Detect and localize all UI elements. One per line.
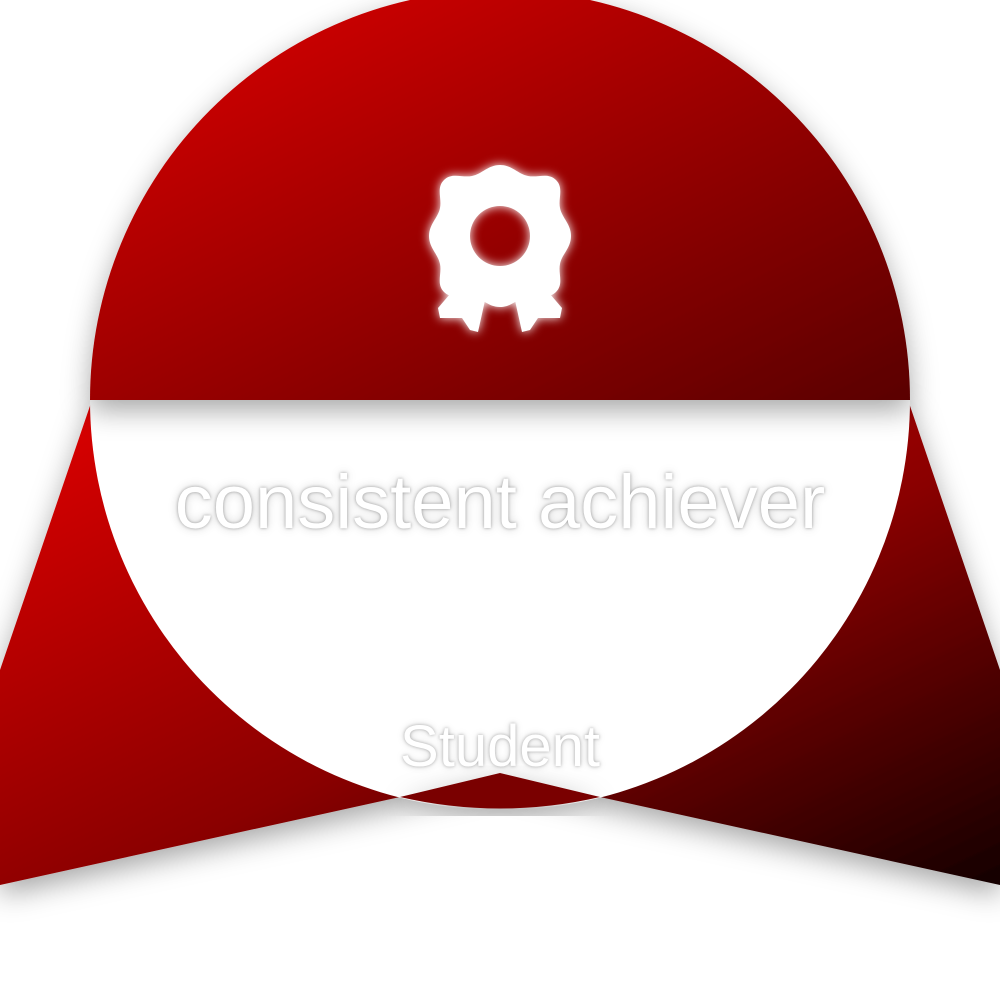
badge-subtitle: Student xyxy=(400,714,600,779)
achievement-badge: consistent achiever Student xyxy=(0,0,1000,1000)
badge-title: consistent achiever xyxy=(174,460,826,545)
